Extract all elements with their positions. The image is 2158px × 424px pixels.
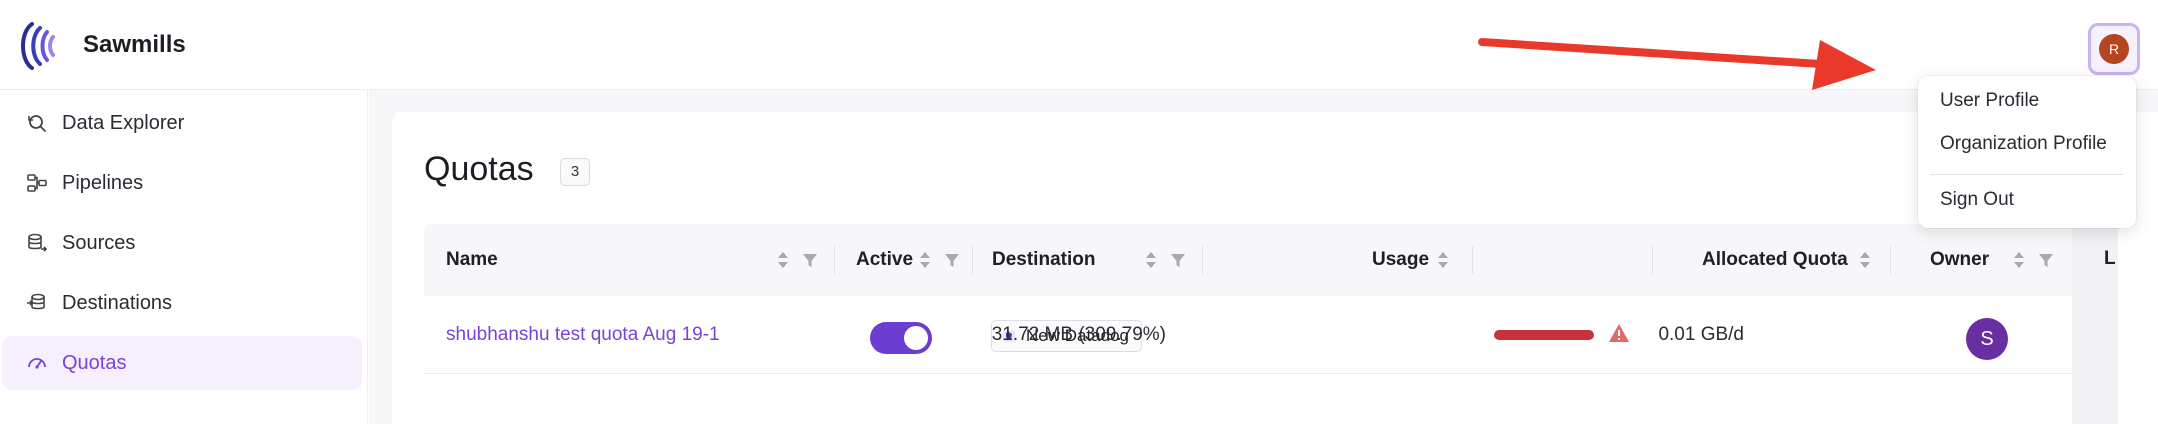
warning-icon <box>1609 324 1629 342</box>
sort-icon[interactable] <box>2012 250 2026 270</box>
column-header-active[interactable]: Active <box>856 224 913 296</box>
table-header: Name Active Destination Usage Allocated … <box>424 224 2118 296</box>
column-header-allocated-quota[interactable]: Allocated Quota <box>1702 224 1848 296</box>
data-explorer-icon <box>28 115 46 132</box>
menu-item-sign-out[interactable]: Sign Out <box>1940 189 2014 211</box>
column-header-partial: L <box>2104 248 2116 269</box>
top-header: Sawmills R <box>0 0 2158 90</box>
column-divider <box>1202 246 1203 274</box>
column-divider <box>1652 246 1653 274</box>
sawmills-logo-icon <box>21 22 55 70</box>
pipelines-icon <box>27 174 47 192</box>
column-header-destination[interactable]: Destination <box>992 224 1095 296</box>
sort-icon[interactable] <box>776 250 790 270</box>
column-last-partial: L <box>2072 224 2118 424</box>
column-divider <box>1890 246 1891 274</box>
table-row: shubhanshu test quota Aug 19-1 New Datad… <box>424 296 2118 374</box>
page-title: Quotas <box>424 150 534 188</box>
sidebar-item-quotas[interactable]: Quotas <box>2 336 362 390</box>
menu-divider <box>1930 174 2124 175</box>
quotas-icon <box>28 358 46 369</box>
quota-count-badge: 3 <box>560 158 590 186</box>
menu-item-user-profile[interactable]: User Profile <box>1940 90 2039 112</box>
sort-icon[interactable] <box>1436 250 1450 270</box>
owner-avatar: S <box>1966 318 2008 360</box>
sidebar-item-label: Quotas <box>62 351 127 374</box>
sort-icon[interactable] <box>1144 250 1158 270</box>
sidebar-item-label: Pipelines <box>62 171 144 194</box>
column-header-usage[interactable]: Usage <box>1372 224 1429 296</box>
column-header-name[interactable]: Name <box>446 224 498 296</box>
column-divider <box>834 246 835 274</box>
sort-icon[interactable] <box>918 250 932 270</box>
usage-bar <box>1494 330 1594 340</box>
usage-value: 31.72 MB (309.79%) <box>991 324 1166 345</box>
user-avatar: R <box>2099 34 2129 64</box>
menu-item-organization-profile[interactable]: Organization Profile <box>1940 133 2107 155</box>
sources-icon <box>28 233 48 252</box>
quota-name-link[interactable]: shubhanshu test quota Aug 19-1 <box>446 324 720 346</box>
destinations-icon <box>27 293 45 310</box>
filter-icon[interactable] <box>1170 250 1186 270</box>
allocated-quota-value: 0.01 GB/d <box>1658 324 1744 345</box>
sidebar-item-label: Sources <box>62 231 136 254</box>
sidebar-item-data-explorer[interactable]: Data Explorer <box>2 96 362 150</box>
sidebar: Data Explorer Pipelines Sources Destinat… <box>0 90 368 424</box>
column-divider <box>1472 246 1473 274</box>
column-divider <box>972 246 973 274</box>
filter-icon[interactable] <box>802 250 818 270</box>
app-name: Sawmills <box>83 31 186 58</box>
sort-icon[interactable] <box>1858 250 1872 270</box>
user-avatar-button[interactable]: R <box>2088 23 2140 75</box>
toggle-knob <box>904 326 928 350</box>
sidebar-item-destinations[interactable]: Destinations <box>2 276 362 330</box>
sidebar-item-label: Destinations <box>62 291 173 314</box>
sidebar-item-sources[interactable]: Sources <box>2 216 362 270</box>
sidebar-item-label: Data Explorer <box>62 111 185 134</box>
column-header-owner[interactable]: Owner <box>1930 224 1989 296</box>
filter-icon[interactable] <box>2038 250 2054 270</box>
user-menu-dropdown: User Profile Organization Profile Sign O… <box>1918 76 2136 228</box>
active-toggle[interactable] <box>870 322 932 354</box>
filter-icon[interactable] <box>944 250 960 270</box>
sidebar-item-pipelines[interactable]: Pipelines <box>2 156 362 210</box>
